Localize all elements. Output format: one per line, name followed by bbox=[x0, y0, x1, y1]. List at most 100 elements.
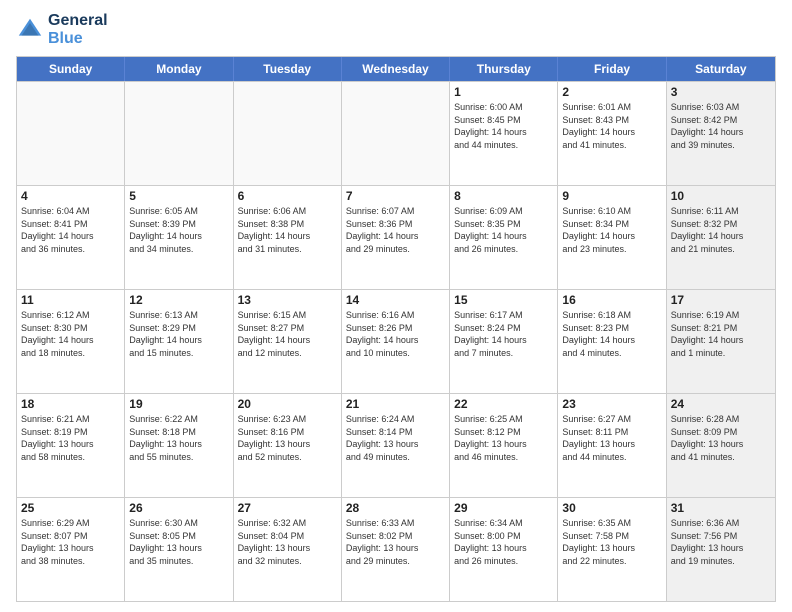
calendar-cell: 25Sunrise: 6:29 AM Sunset: 8:07 PM Dayli… bbox=[17, 498, 125, 601]
calendar-cell: 30 Sunrise: 6:35 AM Sunset: 7:58 PM Dayli… bbox=[558, 498, 666, 601]
cell-info: Sunrise: 6:29 AM Sunset: 8:07 PM Dayligh… bbox=[21, 517, 120, 567]
cell-info: Sunrise: 6:21 AM Sunset: 8:19 PM Dayligh… bbox=[21, 413, 120, 463]
day-number: 29 bbox=[454, 501, 553, 515]
cell-info: Sunrise: 6:10 AM Sunset: 8:34 PM Dayligh… bbox=[562, 205, 661, 255]
day-number: 14 bbox=[346, 293, 445, 307]
day-number: 1 bbox=[454, 85, 553, 99]
cell-info: Sunrise: 6:01 AM Sunset: 8:43 PM Dayligh… bbox=[562, 101, 661, 151]
calendar-cell: 15 Sunrise: 6:17 AM Sunset: 8:24 PM Dayli… bbox=[450, 290, 558, 393]
day-number: 6 bbox=[238, 189, 337, 203]
cell-info: Sunrise: 6:09 AM Sunset: 8:35 PM Dayligh… bbox=[454, 205, 553, 255]
day-number: 10 bbox=[671, 189, 771, 203]
day-number: 24 bbox=[671, 397, 771, 411]
cell-info: Sunrise: 6:06 AM Sunset: 8:38 PM Dayligh… bbox=[238, 205, 337, 255]
cell-info: Sunrise: 6:25 AM Sunset: 8:12 PM Dayligh… bbox=[454, 413, 553, 463]
calendar-cell: 8 Sunrise: 6:09 AM Sunset: 8:35 PM Daylig… bbox=[450, 186, 558, 289]
calendar-row: 18Sunrise: 6:21 AM Sunset: 8:19 PM Dayli… bbox=[17, 393, 775, 497]
calendar-cell: 10 Sunrise: 6:11 AM Sunset: 8:32 PM Dayli… bbox=[667, 186, 775, 289]
cell-info: Sunrise: 6:03 AM Sunset: 8:42 PM Dayligh… bbox=[671, 101, 771, 151]
cell-info: Sunrise: 6:04 AM Sunset: 8:41 PM Dayligh… bbox=[21, 205, 120, 255]
day-number: 20 bbox=[238, 397, 337, 411]
cell-info: Sunrise: 6:07 AM Sunset: 8:36 PM Dayligh… bbox=[346, 205, 445, 255]
cell-info: Sunrise: 6:16 AM Sunset: 8:26 PM Dayligh… bbox=[346, 309, 445, 359]
day-number: 31 bbox=[671, 501, 771, 515]
day-number: 15 bbox=[454, 293, 553, 307]
cell-info: Sunrise: 6:15 AM Sunset: 8:27 PM Dayligh… bbox=[238, 309, 337, 359]
calendar-body: 1 Sunrise: 6:00 AM Sunset: 8:45 PM Daylig… bbox=[17, 81, 775, 601]
calendar-row: 11Sunrise: 6:12 AM Sunset: 8:30 PM Dayli… bbox=[17, 289, 775, 393]
calendar-row: 1 Sunrise: 6:00 AM Sunset: 8:45 PM Daylig… bbox=[17, 81, 775, 185]
cell-info: Sunrise: 6:32 AM Sunset: 8:04 PM Dayligh… bbox=[238, 517, 337, 567]
day-number: 22 bbox=[454, 397, 553, 411]
calendar-cell: 3 Sunrise: 6:03 AM Sunset: 8:42 PM Daylig… bbox=[667, 82, 775, 185]
cell-info: Sunrise: 6:24 AM Sunset: 8:14 PM Dayligh… bbox=[346, 413, 445, 463]
day-number: 17 bbox=[671, 293, 771, 307]
day-number: 7 bbox=[346, 189, 445, 203]
cell-info: Sunrise: 6:19 AM Sunset: 8:21 PM Dayligh… bbox=[671, 309, 771, 359]
calendar-cell: 29Sunrise: 6:34 AM Sunset: 8:00 PM Dayli… bbox=[450, 498, 558, 601]
logo: General Blue bbox=[16, 12, 108, 48]
day-number: 2 bbox=[562, 85, 661, 99]
calendar-row: 4 Sunrise: 6:04 AM Sunset: 8:41 PM Daylig… bbox=[17, 185, 775, 289]
cell-info: Sunrise: 6:18 AM Sunset: 8:23 PM Dayligh… bbox=[562, 309, 661, 359]
calendar-cell: 5 Sunrise: 6:05 AM Sunset: 8:39 PM Daylig… bbox=[125, 186, 233, 289]
day-number: 19 bbox=[129, 397, 228, 411]
calendar-cell: 23 Sunrise: 6:27 AM Sunset: 8:11 PM Dayli… bbox=[558, 394, 666, 497]
cell-info: Sunrise: 6:05 AM Sunset: 8:39 PM Dayligh… bbox=[129, 205, 228, 255]
day-number: 26 bbox=[129, 501, 228, 515]
calendar-cell: 11Sunrise: 6:12 AM Sunset: 8:30 PM Dayli… bbox=[17, 290, 125, 393]
cell-info: Sunrise: 6:28 AM Sunset: 8:09 PM Dayligh… bbox=[671, 413, 771, 463]
calendar-cell: 26 Sunrise: 6:30 AM Sunset: 8:05 PM Dayli… bbox=[125, 498, 233, 601]
calendar-cell: 24 Sunrise: 6:28 AM Sunset: 8:09 PM Dayli… bbox=[667, 394, 775, 497]
cell-info: Sunrise: 6:11 AM Sunset: 8:32 PM Dayligh… bbox=[671, 205, 771, 255]
calendar-cell: 1 Sunrise: 6:00 AM Sunset: 8:45 PM Daylig… bbox=[450, 82, 558, 185]
calendar-header: SundayMondayTuesdayWednesdayThursdayFrid… bbox=[17, 57, 775, 81]
day-number: 8 bbox=[454, 189, 553, 203]
header-day: Wednesday bbox=[342, 57, 450, 81]
cell-info: Sunrise: 6:35 AM Sunset: 7:58 PM Dayligh… bbox=[562, 517, 661, 567]
header-day: Tuesday bbox=[234, 57, 342, 81]
day-number: 21 bbox=[346, 397, 445, 411]
calendar-cell: 14 Sunrise: 6:16 AM Sunset: 8:26 PM Dayli… bbox=[342, 290, 450, 393]
day-number: 12 bbox=[129, 293, 228, 307]
day-number: 9 bbox=[562, 189, 661, 203]
day-number: 30 bbox=[562, 501, 661, 515]
day-number: 23 bbox=[562, 397, 661, 411]
calendar-cell: 28 Sunrise: 6:33 AM Sunset: 8:02 PM Dayli… bbox=[342, 498, 450, 601]
day-number: 5 bbox=[129, 189, 228, 203]
cell-info: Sunrise: 6:36 AM Sunset: 7:56 PM Dayligh… bbox=[671, 517, 771, 567]
header-day: Sunday bbox=[17, 57, 125, 81]
page: General Blue SundayMondayTuesdayWednesda… bbox=[0, 0, 792, 612]
day-number: 27 bbox=[238, 501, 337, 515]
calendar-cell: 27 Sunrise: 6:32 AM Sunset: 8:04 PM Dayli… bbox=[234, 498, 342, 601]
calendar-cell: 22 Sunrise: 6:25 AM Sunset: 8:12 PM Dayli… bbox=[450, 394, 558, 497]
day-number: 3 bbox=[671, 85, 771, 99]
calendar-cell: 19 Sunrise: 6:22 AM Sunset: 8:18 PM Dayli… bbox=[125, 394, 233, 497]
calendar: SundayMondayTuesdayWednesdayThursdayFrid… bbox=[16, 56, 776, 602]
day-number: 4 bbox=[21, 189, 120, 203]
calendar-cell bbox=[125, 82, 233, 185]
calendar-cell: 20 Sunrise: 6:23 AM Sunset: 8:16 PM Dayli… bbox=[234, 394, 342, 497]
calendar-cell: 7 Sunrise: 6:07 AM Sunset: 8:36 PM Daylig… bbox=[342, 186, 450, 289]
calendar-cell: 9 Sunrise: 6:10 AM Sunset: 8:34 PM Daylig… bbox=[558, 186, 666, 289]
header: General Blue bbox=[16, 12, 776, 48]
calendar-cell: 12 Sunrise: 6:13 AM Sunset: 8:29 PM Dayli… bbox=[125, 290, 233, 393]
cell-info: Sunrise: 6:23 AM Sunset: 8:16 PM Dayligh… bbox=[238, 413, 337, 463]
calendar-cell bbox=[17, 82, 125, 185]
calendar-cell: 17 Sunrise: 6:19 AM Sunset: 8:21 PM Dayli… bbox=[667, 290, 775, 393]
cell-info: Sunrise: 6:17 AM Sunset: 8:24 PM Dayligh… bbox=[454, 309, 553, 359]
cell-info: Sunrise: 6:00 AM Sunset: 8:45 PM Dayligh… bbox=[454, 101, 553, 151]
header-day: Friday bbox=[558, 57, 666, 81]
day-number: 16 bbox=[562, 293, 661, 307]
calendar-cell: 2 Sunrise: 6:01 AM Sunset: 8:43 PM Daylig… bbox=[558, 82, 666, 185]
day-number: 28 bbox=[346, 501, 445, 515]
calendar-cell: 16 Sunrise: 6:18 AM Sunset: 8:23 PM Dayli… bbox=[558, 290, 666, 393]
day-number: 13 bbox=[238, 293, 337, 307]
cell-info: Sunrise: 6:33 AM Sunset: 8:02 PM Dayligh… bbox=[346, 517, 445, 567]
cell-info: Sunrise: 6:27 AM Sunset: 8:11 PM Dayligh… bbox=[562, 413, 661, 463]
cell-info: Sunrise: 6:30 AM Sunset: 8:05 PM Dayligh… bbox=[129, 517, 228, 567]
cell-info: Sunrise: 6:13 AM Sunset: 8:29 PM Dayligh… bbox=[129, 309, 228, 359]
cell-info: Sunrise: 6:22 AM Sunset: 8:18 PM Dayligh… bbox=[129, 413, 228, 463]
calendar-cell: 18Sunrise: 6:21 AM Sunset: 8:19 PM Dayli… bbox=[17, 394, 125, 497]
header-day: Monday bbox=[125, 57, 233, 81]
